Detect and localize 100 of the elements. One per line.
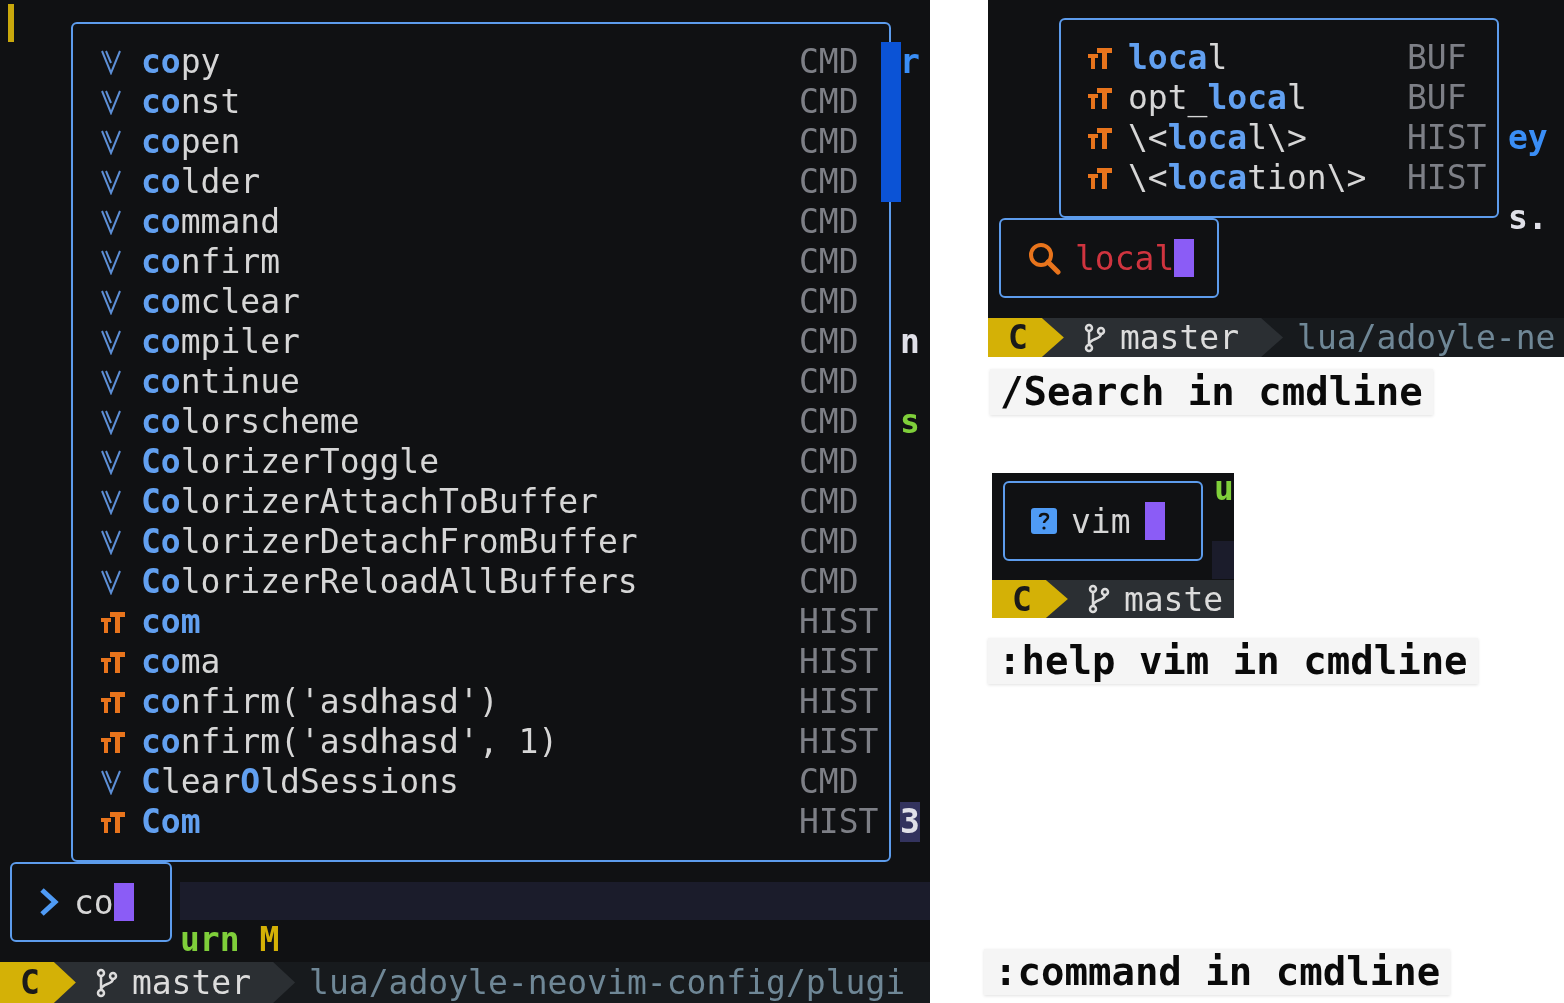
code-fragment: M [259,920,280,960]
completion-item[interactable]: ClearOldSessions [141,762,799,802]
search-icon [1027,241,1061,275]
completion-item[interactable]: \<location\> [1128,158,1407,198]
outline-v-icon [100,289,122,315]
completion-item[interactable]: confirm('asdhasd') [141,682,799,722]
outline-v-icon [100,569,122,595]
completion-item[interactable]: \<local\> [1128,118,1407,158]
outline-v-icon [100,49,122,75]
completion-item[interactable]: continue [141,362,799,402]
item-source: CMD [799,202,860,242]
completion-item[interactable]: com [141,602,799,642]
text-size-icon [1087,126,1113,150]
completion-item[interactable]: Com [141,802,799,842]
item-source: HIST [799,682,879,722]
outline-v-icon [100,489,122,515]
text-size-icon [1087,166,1113,190]
file-path: lua/adoyle-ne [1296,318,1556,357]
completion-item[interactable]: ColorizerDetachFromBuffer [141,522,799,562]
text-size-icon [100,810,126,834]
item-source: CMD [799,242,860,282]
outline-v-icon [100,89,122,115]
item-source: CMD [799,482,860,522]
outline-v-icon [100,209,122,235]
completion-item[interactable]: copen [141,122,799,162]
item-source: HIST [1407,118,1487,158]
text-cursor [1144,502,1165,540]
outline-v-icon [100,409,122,435]
git-branch-icon [1087,584,1110,614]
completion-item[interactable]: compiler [141,322,799,362]
file-path: lua/adoyle-neovim-config/plugi [308,962,906,1003]
git-branch-icon [95,967,118,998]
git-branch: maste [1045,580,1234,618]
completion-item[interactable]: confirm [141,242,799,282]
code-fragment: n [900,322,920,362]
item-source: BUF [1407,38,1468,78]
code-fragment: urn [180,920,240,960]
completion-item[interactable]: ColorizerReloadAllBuffers [141,562,799,602]
item-source: CMD [799,122,860,162]
item-source: CMD [799,42,860,82]
item-source: CMD [799,562,860,602]
completion-item[interactable]: colder [141,162,799,202]
text-size-icon [100,730,126,754]
completion-item[interactable]: confirm('asdhasd', 1) [141,722,799,762]
caption: /Search in cmdline [990,369,1433,415]
highlight-band [1212,541,1234,579]
item-source: HIST [799,602,879,642]
completion-item[interactable]: command [141,202,799,242]
caption: :command in cmdline [984,949,1451,995]
outline-v-icon [100,329,122,355]
caption: :help vim in cmdline [988,638,1478,684]
outline-v-icon [100,529,122,555]
git-branch: master [53,962,296,1003]
code-fragment: 3 [900,802,920,842]
completion-item[interactable]: const [141,82,799,122]
text-cursor [1174,239,1195,277]
text-size-icon [100,650,126,674]
completion-item[interactable]: colorscheme [141,402,799,442]
chevron-icon [38,887,60,917]
code-fragment: r [900,42,920,82]
item-source: HIST [799,642,879,682]
item-source: HIST [799,722,879,762]
item-source: CMD [799,82,860,122]
git-branch: master [1041,318,1284,357]
scrollbar-thumb[interactable] [881,42,901,202]
item-source: BUF [1407,78,1468,118]
completion-item[interactable]: ColorizerToggle [141,442,799,482]
item-source: CMD [799,762,860,802]
outline-v-icon [100,249,122,275]
command-line-field[interactable]: vim [1003,481,1203,561]
completion-item[interactable]: opt_local [1128,78,1407,118]
outline-v-icon [100,169,122,195]
completion-item[interactable]: coma [141,642,799,682]
text-size-icon [100,690,126,714]
outline-v-icon [100,369,122,395]
code-fragment: ey [1508,118,1548,158]
item-source: CMD [799,322,860,362]
item-source: CMD [799,522,860,562]
item-source: HIST [1407,158,1487,198]
help-icon [1031,508,1057,534]
outline-v-icon [100,769,122,795]
text-size-icon [1087,46,1113,70]
completion-item[interactable]: copy [141,42,799,82]
item-source: CMD [799,402,860,442]
code-fragment: u [1214,473,1234,509]
code-fragment: s [900,402,920,442]
completion-item[interactable]: comclear [141,282,799,322]
completion-item[interactable]: local [1128,38,1407,78]
item-source: CMD [799,282,860,322]
completion-item[interactable]: ColorizerAttachToBuffer [141,482,799,522]
outline-v-icon [100,129,122,155]
text-size-icon [1087,86,1113,110]
text-cursor [113,883,134,921]
item-source: CMD [799,362,860,402]
git-branch-icon [1083,322,1106,353]
outline-v-icon [100,449,122,475]
command-line-field[interactable]: local [999,218,1219,298]
code-fragment: s. [1508,198,1548,238]
item-source: CMD [799,442,860,482]
command-line-field[interactable]: co [10,862,172,942]
